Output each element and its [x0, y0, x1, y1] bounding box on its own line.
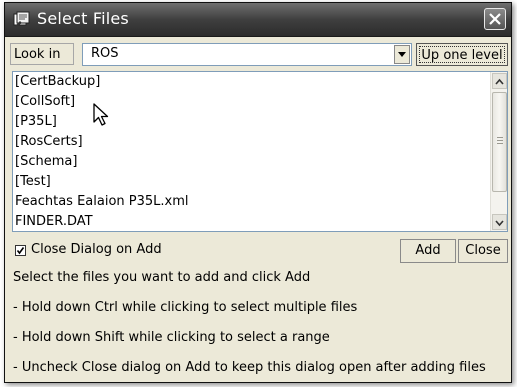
window-close-button[interactable] — [484, 8, 506, 30]
select-files-app-icon — [13, 11, 30, 27]
list-item[interactable]: [Test] — [15, 174, 51, 189]
close-icon — [489, 13, 501, 25]
file-list[interactable]: [CertBackup] [CollSoft] [P35L] [RosCerts… — [12, 71, 508, 232]
help-text: Select the files you want to add and cli… — [13, 270, 311, 285]
mouse-pointer-icon — [93, 103, 109, 126]
list-item[interactable]: [RosCerts] — [15, 134, 83, 149]
select-files-dialog: Select Files Look in ROS Up one level [C… — [4, 2, 512, 383]
help-text: - Hold down Ctrl while clicking to selec… — [13, 300, 358, 315]
grip-line — [497, 143, 503, 144]
chevron-up-icon — [495, 78, 504, 85]
add-button[interactable]: Add — [400, 239, 456, 263]
look-in-dropdown[interactable]: ROS — [82, 43, 412, 66]
list-item[interactable]: [P35L] — [15, 114, 57, 129]
up-one-level-label: Up one level — [419, 46, 505, 63]
list-item[interactable]: FINDER.DAT — [15, 214, 93, 229]
list-item[interactable]: [CertBackup] — [15, 74, 100, 89]
chevron-down-icon — [398, 52, 406, 57]
window-title: Select Files — [37, 9, 129, 28]
dropdown-button[interactable] — [394, 45, 410, 64]
scroll-up-button[interactable] — [492, 73, 507, 89]
list-item[interactable]: [CollSoft] — [15, 94, 75, 109]
title-bar[interactable]: Select Files — [5, 3, 511, 37]
look-in-value: ROS — [91, 46, 119, 61]
grip-line — [497, 140, 503, 141]
help-text: - Uncheck Close dialog on Add to keep th… — [13, 360, 486, 375]
checkmark-icon — [16, 247, 25, 255]
grip-line — [497, 137, 503, 138]
up-one-level-button[interactable]: Up one level — [416, 43, 508, 66]
close-on-add-checkbox[interactable] — [15, 245, 26, 256]
look-in-label: Look in — [10, 43, 74, 65]
list-item[interactable]: [Schema] — [15, 154, 77, 169]
scroll-thumb[interactable] — [492, 92, 507, 192]
chevron-down-icon — [495, 220, 504, 227]
close-on-add-label[interactable]: Close Dialog on Add — [31, 242, 162, 257]
help-text: - Hold down Shift while clicking to sele… — [13, 330, 330, 345]
look-in-row: Look in ROS Up one level — [10, 43, 508, 67]
close-button[interactable]: Close — [458, 239, 508, 263]
scroll-down-button[interactable] — [492, 214, 507, 230]
list-item[interactable]: Feachtas Ealaion P35L.xml — [15, 194, 189, 209]
options-row: Close Dialog on Add Add Close — [10, 239, 508, 263]
vertical-scrollbar[interactable] — [490, 72, 507, 231]
